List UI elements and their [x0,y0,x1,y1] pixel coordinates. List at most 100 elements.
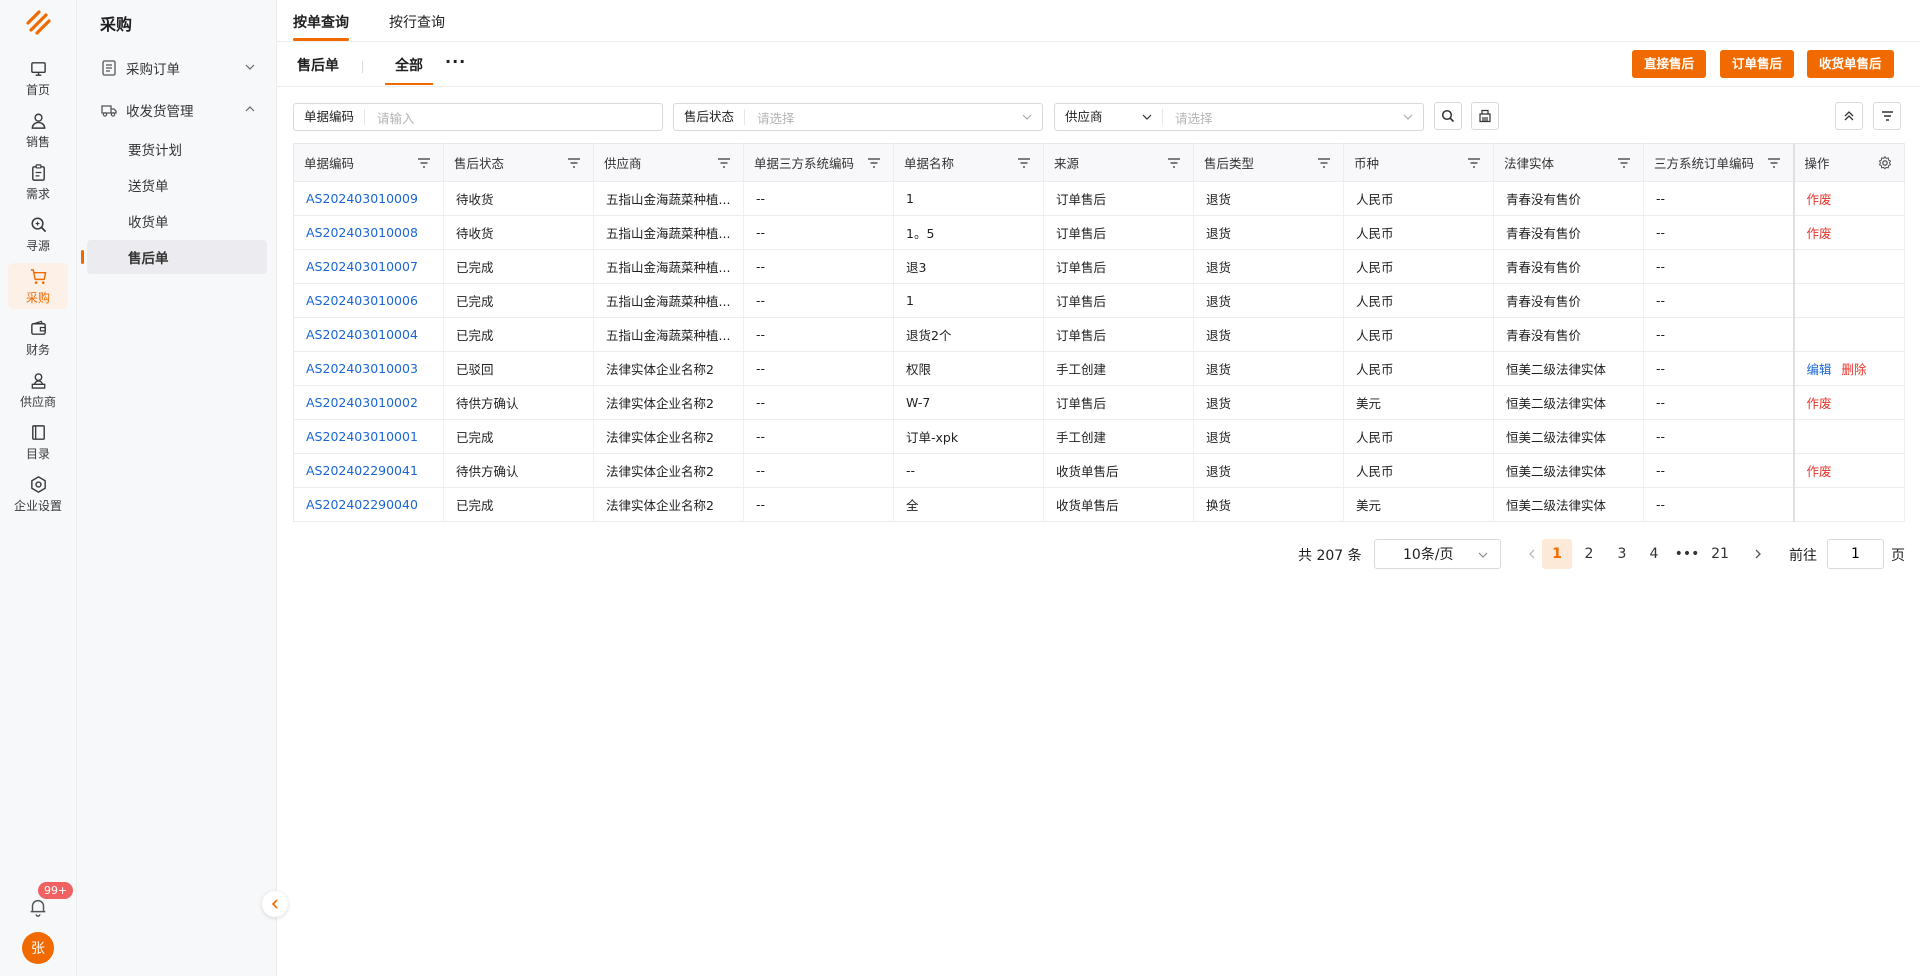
receipt-after-sales-button[interactable]: 收货单售后 [1807,50,1894,78]
cell-actions [1792,283,1905,318]
menu-item-demand-plan[interactable]: 要货计划 [87,132,267,166]
cell-type: 退货 [1193,283,1344,318]
column-filter-icon[interactable] [717,157,731,169]
tab-by-order[interactable]: 按单查询 [293,12,349,41]
void-link[interactable]: 作废 [1807,396,1832,411]
column-filter-icon[interactable] [567,157,581,169]
column-filter-icon[interactable] [1467,157,1481,169]
code-filter[interactable]: 单据编码 请输入 [293,103,663,131]
document-code-link[interactable]: AS202403010006 [293,283,444,318]
void-link[interactable]: 作废 [1807,226,1832,241]
void-link[interactable]: 作废 [1807,464,1832,479]
table-header-row: 单据编码 售后状态 供应商 单据三方系统编码 单据名称 来源 售后类型 币种 法律实体 三方系统订… [293,143,1905,182]
column-header[interactable]: 售后类型 [1193,143,1344,182]
supplier-filter-select[interactable]: 请选择 [1163,108,1403,127]
column-header[interactable]: 操作 [1792,143,1905,182]
rail-item-1[interactable]: 销售 [8,107,68,153]
rail-item-3[interactable]: 寻源 [8,211,68,257]
cell-status: 待收货 [443,215,594,250]
bell-icon[interactable] [27,896,49,918]
cell-currency: 美元 [1343,385,1494,420]
document-code-link[interactable]: AS202402290041 [293,453,444,488]
column-filter-icon[interactable] [1017,157,1031,169]
column-header[interactable]: 单据名称 [893,143,1044,182]
cell-type: 换货 [1193,487,1344,522]
document-code-link[interactable]: AS202403010007 [293,249,444,284]
column-header-label: 来源 [1054,156,1080,171]
menu-item-after-sales[interactable]: 售后单 [81,240,267,274]
sub-header: 售后单 全部 ··· 直接售后 订单售后 收货单售后 [277,42,1920,87]
goto-page-input[interactable] [1827,539,1884,569]
rail-item-5[interactable]: 财务 [8,315,68,361]
rail-item-label: 供应商 [19,394,56,409]
column-header[interactable]: 三方系统订单编码 [1643,143,1794,182]
tab-all[interactable]: 全部 [395,55,423,75]
document-code-link[interactable]: AS202403010004 [293,317,444,352]
column-filter-icon[interactable] [1617,157,1631,169]
clear-filters-button[interactable] [1471,102,1499,130]
column-filter-icon[interactable] [1767,157,1781,169]
document-code-link[interactable]: AS202403010002 [293,385,444,420]
status-filter-select[interactable]: 请选择 [745,108,1022,127]
supplier-filter[interactable]: 供应商 请选择 [1054,103,1424,131]
page-button[interactable]: 3 [1607,539,1637,569]
column-filter-icon[interactable] [417,157,431,169]
rail-item-8[interactable]: 企业设置 [8,471,68,517]
gear-icon[interactable] [1878,156,1892,170]
page-size-select[interactable]: 10条/页 [1374,539,1501,569]
document-code-link[interactable]: AS202403010001 [293,419,444,454]
column-header[interactable]: 来源 [1043,143,1194,182]
column-filter-icon[interactable] [1167,157,1181,169]
cell-currency: 人民币 [1343,419,1494,454]
more-pages-button[interactable]: ••• [1672,539,1702,569]
active-tab-indicator [385,83,433,85]
document-code-link[interactable]: AS202403010008 [293,215,444,250]
menu-item-receipt[interactable]: 收货单 [87,204,267,238]
order-after-sales-button[interactable]: 订单售后 [1720,50,1795,78]
page-button[interactable]: 21 [1705,539,1735,569]
rail-item-4[interactable]: 采购 [8,263,68,309]
rail-item-2[interactable]: 需求 [8,159,68,205]
menu-group-shipping[interactable]: 收发货管理 [77,92,277,128]
code-filter-input[interactable]: 请输入 [365,108,662,127]
document-code-link[interactable]: AS202403010009 [293,181,444,216]
menu-item-delivery-note[interactable]: 送货单 [87,168,267,202]
rail-item-6[interactable]: 供应商 [8,367,68,413]
filter-settings-button[interactable] [1873,102,1901,130]
supplier-filter-label[interactable]: 供应商 [1055,109,1163,125]
rail-item-7[interactable]: 目录 [8,419,68,465]
direct-after-sales-button[interactable]: 直接售后 [1632,50,1707,78]
void-link[interactable]: 作废 [1807,192,1832,207]
menu-group-purchase-order[interactable]: 采购订单 [77,50,277,86]
tab-by-line[interactable]: 按行查询 [389,12,445,32]
rail-item-0[interactable]: 首页 [8,55,68,101]
document-code-link[interactable]: AS202402290040 [293,487,444,522]
column-header[interactable]: 法律实体 [1493,143,1644,182]
document-code-link[interactable]: AS202403010003 [293,351,444,386]
search-button[interactable] [1434,102,1462,130]
column-header[interactable]: 币种 [1343,143,1494,182]
page-button[interactable]: 1 [1542,539,1572,569]
column-header[interactable]: 单据三方系统编码 [743,143,894,182]
cell-type: 退货 [1193,181,1344,216]
cell-name: 1 [893,283,1044,318]
cell-status: 已完成 [443,487,594,522]
cell-status: 已完成 [443,317,594,352]
column-filter-icon[interactable] [1317,157,1331,169]
page-button[interactable]: 2 [1574,539,1604,569]
column-header[interactable]: 售后状态 [443,143,594,182]
column-header[interactable]: 供应商 [593,143,744,182]
more-tabs-button[interactable]: ··· [445,52,466,71]
column-filter-icon[interactable] [867,157,881,169]
user-avatar[interactable]: 张 [22,932,54,964]
column-header[interactable]: 单据编码 [293,143,444,182]
status-filter[interactable]: 售后状态 请选择 [673,103,1043,131]
page-button[interactable]: 4 [1639,539,1669,569]
monitor-icon [30,61,46,76]
cell-name: 1。5 [893,215,1044,250]
next-page-button[interactable] [1743,539,1773,569]
cell-currency: 人民币 [1343,317,1494,352]
collapse-filters-button[interactable] [1835,102,1863,130]
delete-link[interactable]: 删除 [1842,362,1867,377]
edit-link[interactable]: 编辑 [1807,362,1832,377]
